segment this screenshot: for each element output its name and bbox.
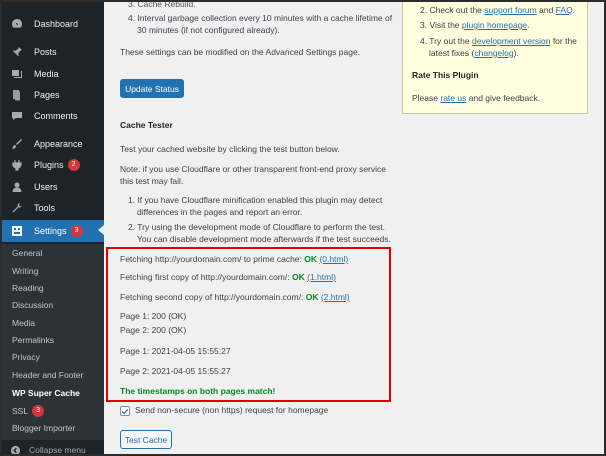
support-forum-link[interactable]: support forum — [484, 5, 536, 15]
sidebar-item-media[interactable]: Media — [2, 64, 104, 84]
info-dev-line: 4. Try out the development version for t… — [420, 36, 585, 59]
info-homepage-pre: 3. Visit the — [420, 20, 460, 30]
cloudflare-note: Note: if you use Cloudflare or other tra… — [120, 164, 386, 186]
info-homepage-post: . — [527, 20, 530, 30]
sidebar-item-label: Posts — [34, 47, 57, 57]
browser-frame: Dashboard Posts Media Pages Comments App… — [0, 0, 606, 456]
sidebar-item-label: Dashboard — [34, 19, 79, 29]
pages-icon — [10, 88, 24, 102]
sidebar-item-label: Appearance — [34, 139, 83, 149]
plugin-icon — [10, 158, 24, 172]
sidebar-item-label: Comments — [34, 111, 78, 121]
info-dev-post: ). — [513, 47, 519, 58]
sidebar-item-label: Users — [34, 182, 58, 192]
test-cache-button[interactable]: Test Cache — [120, 430, 172, 449]
ssl-badge: 3 — [32, 405, 45, 417]
admin-sidebar: Dashboard Posts Media Pages Comments App… — [2, 2, 104, 455]
sidebar-item-label: Plugins — [34, 160, 64, 170]
collapse-label: Collapse menu — [29, 445, 86, 455]
sidebar-item-label: Media — [34, 69, 59, 79]
checkmark-icon — [121, 408, 129, 414]
changelog-link[interactable]: changelog — [474, 48, 513, 58]
sidebar-item-tools[interactable]: Tools — [2, 198, 104, 218]
list-item-cache-rebuild: 3. Cache Rebuild. — [128, 0, 196, 9]
comment-icon — [10, 109, 24, 123]
pin-icon — [10, 45, 24, 59]
dashboard-icon — [10, 17, 24, 31]
tester-intro: Test your cached website by clicking the… — [120, 144, 340, 154]
sidebar-item-plugins[interactable]: Plugins 2 — [2, 155, 104, 175]
settings-badge: 3 — [70, 225, 83, 237]
rate-pre: Please — [412, 93, 438, 103]
rate-plugin-line: Please rate us and give feedback. — [412, 93, 582, 105]
submenu-item-header-footer[interactable]: Header and Footer — [12, 370, 83, 380]
sidebar-item-posts[interactable]: Posts — [2, 42, 104, 62]
rate-plugin-heading: Rate This Plugin — [412, 70, 479, 80]
submenu-item-general[interactable]: General — [12, 248, 42, 258]
info-support-line: 2. Check out the support forum and FAQ. — [420, 5, 585, 17]
submenu-item-label: SSL — [12, 406, 29, 416]
sidebar-item-label: Pages — [34, 90, 60, 100]
sidebar-item-pages[interactable]: Pages — [2, 85, 104, 105]
info-support-pre: 2. Check out the — [420, 5, 482, 15]
info-homepage-line: 3. Visit the plugin homepage. — [420, 20, 585, 32]
update-status-button[interactable]: Update Status — [120, 79, 184, 98]
plugins-update-badge: 2 — [67, 159, 80, 171]
faq-link[interactable]: FAQ — [556, 5, 573, 15]
user-icon — [10, 180, 24, 194]
cache-tester-heading: Cache Tester — [120, 120, 173, 130]
submenu-item-privacy[interactable]: Privacy — [12, 352, 40, 362]
sidebar-item-comments[interactable]: Comments — [2, 106, 104, 126]
rate-us-link[interactable]: rate us — [440, 93, 466, 103]
non-secure-checkbox[interactable] — [120, 406, 130, 416]
info-support-mid: and — [539, 5, 554, 15]
sidebar-item-appearance[interactable]: Appearance — [2, 134, 104, 154]
non-secure-checkbox-label: Send non-secure (non https) request for … — [135, 405, 329, 415]
results-highlight-box — [106, 247, 391, 402]
submenu-item-discussion[interactable]: Discussion — [12, 300, 53, 310]
submenu-item-wp-super-cache[interactable]: WP Super Cache — [12, 388, 80, 398]
submenu-item-reading[interactable]: Reading — [12, 283, 44, 293]
info-dev-pre: 4. Try out the — [420, 36, 470, 46]
sidebar-item-label: Settings — [34, 226, 67, 236]
rate-post: and give feedback. — [468, 93, 541, 103]
development-version-link[interactable]: development version — [472, 36, 550, 46]
wrench-icon — [10, 201, 24, 215]
submenu-item-writing[interactable]: Writing — [12, 266, 38, 276]
cloudflare-note-2: 2. Try using the development mode of Clo… — [128, 222, 391, 244]
info-support-post: . — [572, 5, 576, 15]
sidebar-item-label: Tools — [34, 203, 56, 213]
sidebar-item-settings[interactable]: Settings 3 — [2, 220, 104, 242]
submenu-item-permalinks[interactable]: Permalinks — [12, 335, 54, 345]
submenu-item-media[interactable]: Media — [12, 318, 35, 328]
brush-icon — [10, 137, 24, 151]
submenu-item-ssl[interactable]: SSL 3 — [12, 405, 45, 417]
list-item-garbage-collection: 4. Interval garbage collection every 10 … — [128, 13, 393, 35]
sidebar-item-dashboard[interactable]: Dashboard — [2, 14, 104, 34]
settings-note: These settings can be modified on the Ad… — [120, 47, 361, 57]
cloudflare-note-1: 1. If you have Cloudflare minification e… — [128, 195, 383, 217]
collapse-menu-button[interactable]: Collapse menu — [2, 442, 104, 455]
collapse-icon — [10, 445, 21, 454]
plugin-homepage-link[interactable]: plugin homepage — [462, 20, 527, 30]
settings-icon — [10, 224, 24, 238]
submenu-item-blogger-importer[interactable]: Blogger Importer — [12, 423, 75, 433]
settings-submenu: General Writing Reading Discussion Media… — [2, 244, 104, 440]
plugin-info-box: 2. Check out the support forum and FAQ. … — [402, 2, 588, 114]
sidebar-item-users[interactable]: Users — [2, 177, 104, 197]
media-icon — [10, 67, 24, 81]
